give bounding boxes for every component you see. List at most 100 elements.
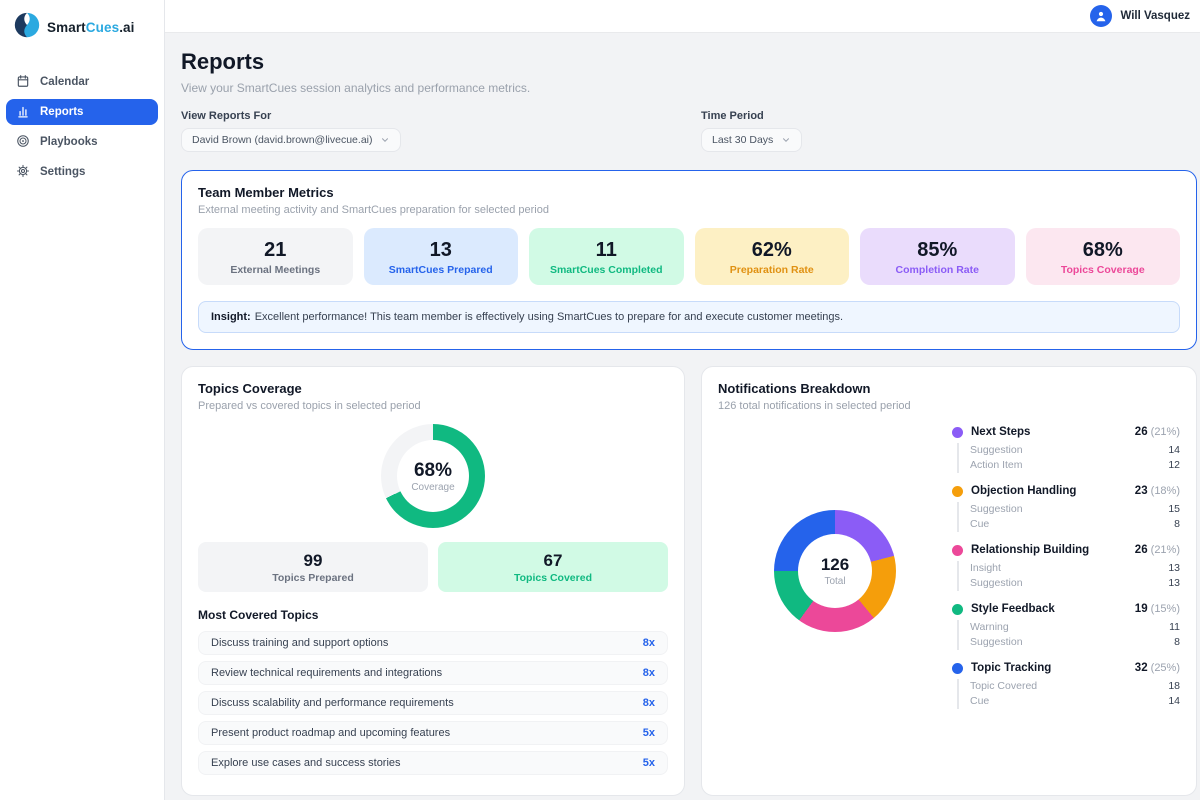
- legend-sub-items: Suggestion15Cue8: [957, 502, 1180, 532]
- topic-count: 8x: [643, 697, 655, 709]
- legend-sub-row: Suggestion 13: [970, 576, 1180, 591]
- legend-group: Relationship Building26 (21%)Insight13Su…: [952, 544, 1180, 591]
- legend-sub-label: Warning: [970, 620, 1009, 635]
- notifications-subtitle: 126 total notifications in selected peri…: [718, 400, 1180, 412]
- legend-color-dot: [952, 427, 963, 438]
- legend-group: Next Steps26 (21%)Suggestion14Action Ite…: [952, 426, 1180, 473]
- metric-label: SmartCues Prepared: [368, 264, 515, 276]
- sidebar-item-calendar[interactable]: Calendar: [6, 69, 158, 95]
- legend-sub-items: Warning11Suggestion8: [957, 620, 1180, 650]
- topic-row: Explore use cases and success stories5x: [198, 751, 668, 775]
- metric-label: Topics Coverage: [1030, 264, 1177, 276]
- metric-value: 68%: [1030, 238, 1177, 262]
- metric-value: 13: [368, 238, 515, 262]
- topics-covered-value: 67: [442, 550, 664, 571]
- page-title: Reports: [181, 49, 1197, 75]
- brand: SmartCues.ai: [0, 0, 164, 53]
- sidebar-item-reports[interactable]: Reports: [6, 99, 158, 125]
- topics-donut-center: 68% Coverage: [397, 440, 469, 512]
- legend-count-value: 23: [1135, 485, 1148, 497]
- coverage-percent: 68%: [414, 460, 452, 481]
- coverage-caption: Coverage: [411, 482, 454, 493]
- legend-sub-value: 15: [1168, 502, 1180, 517]
- metric-value: 11: [533, 238, 680, 262]
- legend-color-dot: [952, 545, 963, 556]
- sidebar-item-settings[interactable]: Settings: [6, 159, 158, 185]
- legend-sub-row: Suggestion 15: [970, 502, 1180, 517]
- legend-sub-label: Topic Covered: [970, 679, 1037, 694]
- legend-sub-items: Insight 13Suggestion 13: [957, 561, 1180, 591]
- topic-label: Review technical requirements and integr…: [211, 667, 442, 679]
- legend-group-header: Objection Handling23 (18%): [952, 485, 1180, 497]
- notifications-donut-center: 126 Total: [798, 534, 872, 608]
- legend-sub-label: Suggestion: [970, 576, 1023, 591]
- legend-sub-row: Suggestion14: [970, 443, 1180, 458]
- topics-prepared-value: 99: [202, 550, 424, 571]
- legend-name: Relationship Building: [971, 544, 1127, 556]
- legend-sub-value: 14: [1168, 694, 1180, 709]
- topic-row: Discuss scalability and performance requ…: [198, 691, 668, 715]
- user-name: Will Vasquez: [1120, 10, 1190, 22]
- team-metrics-title: Team Member Metrics: [198, 185, 1180, 200]
- legend-color-dot: [952, 663, 963, 674]
- legend-count: 32 (25%): [1135, 662, 1180, 674]
- most-covered-topics-list: Discuss training and support options8x Re…: [198, 631, 668, 775]
- legend-sub-row: Warning11: [970, 620, 1180, 635]
- notifications-legend: Next Steps26 (21%)Suggestion14Action Ite…: [952, 426, 1180, 721]
- view-reports-for-value: David Brown (david.brown@livecue.ai): [192, 134, 372, 146]
- legend-name: Topic Tracking: [971, 662, 1127, 674]
- legend-sub-label: Insight: [970, 561, 1001, 576]
- top-bar: Will Vasquez: [165, 0, 1200, 33]
- user-avatar-icon: [1090, 5, 1112, 27]
- topics-coverage-donut: 68% Coverage: [381, 424, 485, 528]
- metric-label: Completion Rate: [864, 264, 1011, 276]
- legend-sub-value: 14: [1168, 443, 1180, 458]
- legend-count: 26 (21%): [1135, 426, 1180, 438]
- user-menu[interactable]: Will Vasquez: [1090, 5, 1190, 27]
- metric-tile-smartcues-completed: 11 SmartCues Completed: [529, 228, 684, 285]
- topics-tiles: 99 Topics Prepared 67 Topics Covered: [198, 542, 668, 592]
- metric-value: 85%: [864, 238, 1011, 262]
- filters-row: View Reports For David Brown (david.brow…: [181, 110, 1197, 156]
- topic-label: Discuss scalability and performance requ…: [211, 697, 454, 709]
- topic-label: Present product roadmap and upcoming fea…: [211, 727, 450, 739]
- smartcues-logo-icon: [14, 12, 40, 43]
- metric-tile-preparation-rate: 62% Preparation Rate: [695, 228, 850, 285]
- legend-sub-label: Cue: [970, 517, 989, 532]
- legend-sub-label: Cue: [970, 694, 989, 709]
- metric-value: 62%: [699, 238, 846, 262]
- legend-sub-value: 13: [1168, 576, 1180, 591]
- time-period-label: Time Period: [701, 110, 802, 122]
- team-metrics-subtitle: External meeting activity and SmartCues …: [198, 204, 1180, 216]
- sidebar-item-label: Calendar: [40, 76, 89, 88]
- metric-tile-completion-rate: 85% Completion Rate: [860, 228, 1015, 285]
- legend-sub-label: Suggestion: [970, 502, 1023, 517]
- notifications-total-caption: Total: [824, 576, 845, 587]
- sidebar-item-label: Playbooks: [40, 136, 98, 148]
- topics-coverage-card: Topics Coverage Prepared vs covered topi…: [181, 366, 685, 796]
- topic-row: Discuss training and support options8x: [198, 631, 668, 655]
- legend-group-header: Style Feedback19 (15%): [952, 603, 1180, 615]
- legend-count: 19 (15%): [1135, 603, 1180, 615]
- legend-sub-value: 8: [1174, 635, 1180, 650]
- legend-group-header: Relationship Building26 (21%): [952, 544, 1180, 556]
- legend-count: 23 (18%): [1135, 485, 1180, 497]
- legend-sub-row: Action Item12: [970, 458, 1180, 473]
- topic-row: Review technical requirements and integr…: [198, 661, 668, 685]
- time-period-value: Last 30 Days: [712, 134, 773, 146]
- metric-label: Preparation Rate: [699, 264, 846, 276]
- legend-sub-label: Action Item: [970, 458, 1023, 473]
- notifications-total: 126: [821, 555, 849, 575]
- notifications-title: Notifications Breakdown: [718, 381, 1180, 396]
- view-reports-for-select[interactable]: David Brown (david.brown@livecue.ai): [181, 128, 401, 152]
- brand-name: SmartCues.ai: [47, 20, 135, 35]
- legend-count-value: 26: [1135, 426, 1148, 438]
- sidebar-item-playbooks[interactable]: Playbooks: [6, 129, 158, 155]
- time-period-select[interactable]: Last 30 Days: [701, 128, 802, 152]
- topics-coverage-title: Topics Coverage: [198, 381, 668, 396]
- chevron-down-icon: [380, 135, 390, 145]
- topics-covered-tile: 67 Topics Covered: [438, 542, 668, 592]
- topics-covered-label: Topics Covered: [442, 572, 664, 584]
- chevron-down-icon: [781, 135, 791, 145]
- gear-icon: [16, 164, 30, 181]
